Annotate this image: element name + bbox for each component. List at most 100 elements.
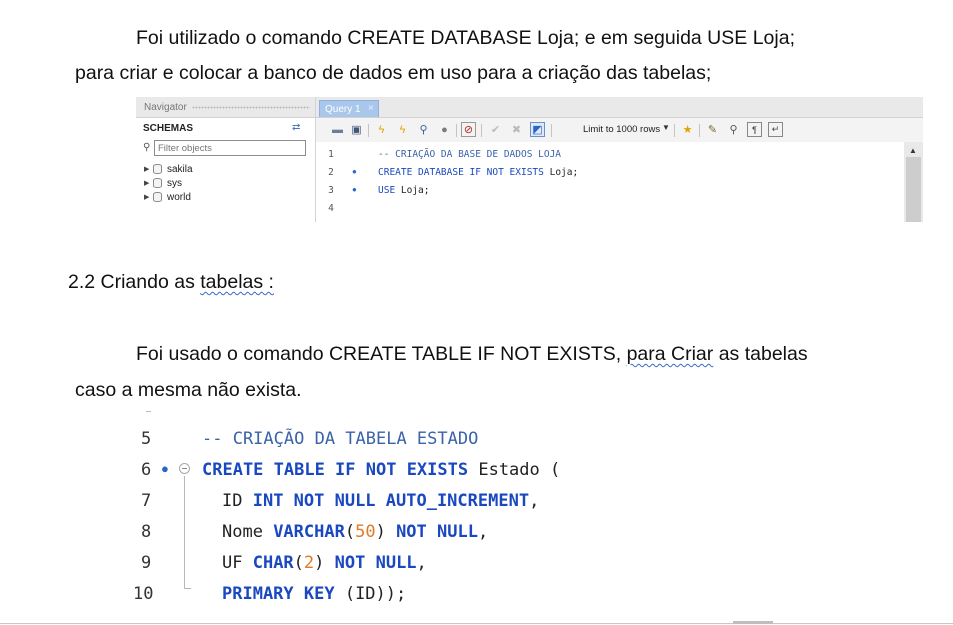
- statement-marker-icon: ●: [352, 185, 357, 194]
- expand-icon[interactable]: ▶: [144, 165, 153, 173]
- navigator-title: Navigator: [144, 102, 187, 113]
- workbench-screenshot: Navigator SCHEMAS ⇄ ⚲ ▶ sakila ▶ sys ▶ worl…: [136, 97, 923, 222]
- navigator-header: Navigator: [136, 97, 315, 118]
- sql-punctuation: ,: [416, 553, 427, 573]
- sql-keyword: CREATE DATABASE IF NOT EXISTS: [378, 167, 544, 178]
- line-number: 1: [328, 149, 334, 160]
- sql-keyword: CHAR: [252, 553, 294, 573]
- search-icon: ⚲: [143, 142, 151, 153]
- page-bottom-rule: [0, 623, 953, 624]
- open-file-icon[interactable]: ▬: [330, 122, 345, 137]
- save-icon[interactable]: ▣: [349, 122, 364, 137]
- scroll-up-icon[interactable]: ▲: [909, 146, 917, 155]
- sql-identifier: UF: [222, 553, 253, 573]
- database-icon: [153, 164, 162, 174]
- sql-number: 2: [303, 553, 315, 573]
- horizontal-scrollbar-thumb[interactable]: [733, 621, 773, 624]
- filter-objects-input[interactable]: [154, 140, 306, 156]
- navigator-panel: Navigator SCHEMAS ⇄ ⚲ ▶ sakila ▶ sys ▶ worl…: [136, 97, 316, 222]
- line-number: 7: [141, 491, 152, 511]
- sql-keyword: VARCHAR: [273, 522, 345, 542]
- fold-guide-end: [184, 588, 191, 589]
- code-line-7[interactable]: ID INT NOT NULL AUTO_INCREMENT,: [222, 491, 539, 511]
- sql-punctuation: ,: [529, 491, 540, 511]
- editor-toolbar: ▬ ▣ ϟ ϟ ⚲ ● ⊘ ✔ ✖ ◩ Limit to 1000 rows ▼…: [316, 118, 923, 142]
- schema-item-world[interactable]: ▶ world: [144, 192, 191, 205]
- sql-punctuation: ): [314, 553, 335, 573]
- expand-icon[interactable]: ▶: [144, 193, 153, 201]
- toolbar-separator: [456, 124, 457, 137]
- decorative-tick: [146, 411, 151, 412]
- tab-bar: Query 1 ×: [316, 97, 923, 118]
- invisible-chars-icon[interactable]: ¶: [747, 122, 762, 137]
- toolbar-separator: [699, 124, 700, 137]
- code-line-8[interactable]: Nome VARCHAR(50) NOT NULL,: [222, 522, 488, 542]
- tab-label: Query 1: [325, 104, 361, 115]
- sql-identifier: (ID));: [334, 584, 407, 604]
- tab-query-1[interactable]: Query 1 ×: [319, 100, 379, 117]
- toolbar-separator: [674, 124, 675, 137]
- fold-toggle-icon[interactable]: [179, 463, 190, 474]
- execute-statement-icon[interactable]: ϟ: [395, 122, 410, 137]
- toolbar-separator: [368, 124, 369, 137]
- sql-identifier: Loja;: [543, 167, 579, 178]
- commit-icon[interactable]: ✔: [488, 122, 503, 137]
- sql-keyword: PRIMARY KEY: [222, 584, 335, 604]
- scrollbar-thumb[interactable]: [906, 157, 921, 222]
- paragraph-2-line-1: Foi usado o comando CREATE TABLE IF NOT …: [136, 343, 808, 365]
- navigator-grip[interactable]: [192, 106, 310, 109]
- sql-identifier: Nome: [222, 522, 274, 542]
- code-line-5[interactable]: -- CRIAÇÃO DA TABELA ESTADO: [202, 429, 478, 449]
- sql-keyword: INT NOT NULL AUTO_INCREMENT: [252, 491, 530, 511]
- find-icon[interactable]: ⚲: [726, 122, 741, 137]
- sql-identifier: ID: [222, 491, 253, 511]
- sql-keyword: USE: [378, 185, 396, 196]
- auto-commit-icon[interactable]: ◩: [530, 122, 545, 137]
- rollback-icon[interactable]: ✖: [509, 122, 524, 137]
- database-icon: [153, 192, 162, 202]
- schema-item-sys[interactable]: ▶ sys: [144, 178, 182, 191]
- paragraph-2-text-end: as tabelas: [713, 343, 808, 365]
- schema-item-sakila[interactable]: ▶ sakila: [144, 164, 193, 177]
- code-line-2[interactable]: CREATE DATABASE IF NOT EXISTS Loja;: [378, 167, 578, 178]
- fold-guide-line: [184, 476, 185, 589]
- line-number: 4: [328, 203, 334, 214]
- word-wrap-icon[interactable]: ↵: [768, 122, 783, 137]
- chevron-down-icon[interactable]: ▼: [662, 123, 670, 132]
- vertical-scrollbar[interactable]: ▲: [904, 142, 923, 222]
- explain-icon[interactable]: ⚲: [416, 122, 431, 137]
- section-heading: 2.2 Criando as tabelas :: [68, 271, 274, 293]
- toolbar-separator: [481, 124, 482, 137]
- limit-rows-select[interactable]: Limit to 1000 rows: [583, 124, 660, 135]
- line-number: 10: [133, 584, 154, 604]
- query-editor: Query 1 × ▬ ▣ ϟ ϟ ⚲ ● ⊘ ✔ ✖ ◩ Limit to 1…: [316, 97, 923, 222]
- code-line-3[interactable]: USE Loja;: [378, 185, 430, 196]
- beautify-icon[interactable]: ✎: [705, 122, 720, 137]
- schema-label: sys: [167, 178, 182, 189]
- line-number: 9: [141, 553, 152, 573]
- heading-underlined-word: tabelas :: [200, 271, 274, 293]
- code-line-1[interactable]: -- CRIAÇÃO DA BASE DE DADOS LOJA: [378, 149, 561, 160]
- sql-punctuation: ): [375, 522, 397, 542]
- paragraph-2-line-2: caso a mesma não exista.: [75, 379, 302, 401]
- sql-punctuation: (: [293, 553, 304, 573]
- stop-icon[interactable]: ●: [437, 122, 452, 137]
- refresh-schemas-icon[interactable]: ⇄: [292, 122, 300, 133]
- sql-punctuation: ,: [477, 522, 489, 542]
- code-line-6[interactable]: CREATE TABLE IF NOT EXISTS Estado (: [202, 460, 560, 480]
- statement-marker-icon: ●: [352, 167, 357, 176]
- add-snippet-icon[interactable]: ★: [680, 122, 695, 137]
- code-line-10[interactable]: PRIMARY KEY (ID));: [222, 584, 406, 604]
- sql-punctuation: (: [344, 522, 356, 542]
- code-line-9[interactable]: UF CHAR(2) NOT NULL,: [222, 553, 427, 573]
- close-tab-icon[interactable]: ×: [368, 103, 374, 114]
- expand-icon[interactable]: ▶: [144, 179, 153, 187]
- sql-number: 50: [355, 522, 376, 542]
- heading-prefix: 2.2 Criando as: [68, 271, 201, 293]
- paragraph-1-line-2: para criar e colocar a banco de dados em…: [75, 62, 712, 84]
- line-number: 2: [328, 167, 334, 178]
- toggle-stop-on-error-icon[interactable]: ⊘: [461, 122, 476, 137]
- execute-icon[interactable]: ϟ: [374, 122, 389, 137]
- sql-identifier: Estado (: [468, 460, 561, 480]
- toolbar-separator: [551, 124, 552, 137]
